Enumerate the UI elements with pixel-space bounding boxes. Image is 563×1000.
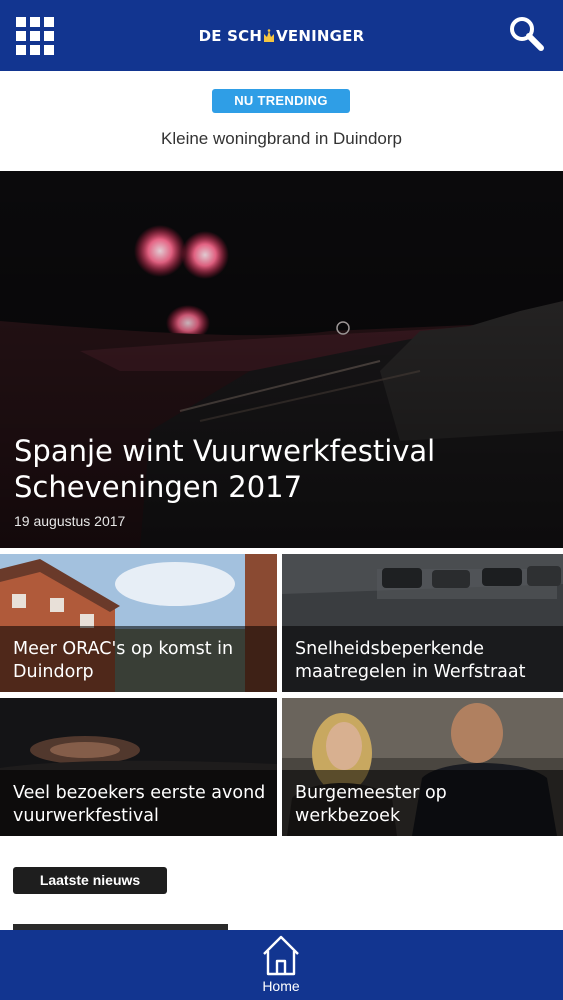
top-bar: DE SCH VENINGER [0,0,563,71]
site-logo[interactable]: DE SCH VENINGER [0,27,563,45]
hero-article[interactable]: Spanje wint Vuurwerkfestival Scheveninge… [0,171,563,548]
tile-title: Snelheidsbeperkende maatregelen in Werfs… [295,639,526,682]
home-tab[interactable]: Home [250,930,312,1000]
home-label: Home [262,978,300,994]
article-tile[interactable]: Snelheidsbeperkende maatregelen in Werfs… [282,554,563,692]
logo-text-right: VENINGER [276,27,365,45]
tile-title: Veel bezoekers eerste avond vuurwerkfest… [13,783,266,826]
trending-badge: NU TRENDING [212,89,350,113]
home-icon [263,935,299,976]
crown-icon [264,29,275,42]
trending-section: NU TRENDING Kleine woningbrand in Duindo… [0,71,563,171]
article-tile[interactable]: Meer ORAC's op komst in Duindorp [0,554,277,692]
logo-text-left: DE SCH [198,27,263,45]
tile-title: Meer ORAC's op komst in Duindorp [13,639,234,682]
trending-headline[interactable]: Kleine woningbrand in Duindorp [0,129,563,149]
bottom-nav: Home [0,930,563,1000]
hero-title: Spanje wint Vuurwerkfestival Scheveninge… [14,434,436,504]
latest-news-badge[interactable]: Laatste nieuws [13,867,167,894]
article-tile[interactable]: Veel bezoekers eerste avond vuurwerkfest… [0,698,277,836]
article-tile[interactable]: Burgemeester op werkbezoek [282,698,563,836]
hero-date: 19 augustus 2017 [14,513,126,529]
search-icon[interactable] [507,14,547,54]
tile-title: Burgemeester op werkbezoek [295,783,447,826]
